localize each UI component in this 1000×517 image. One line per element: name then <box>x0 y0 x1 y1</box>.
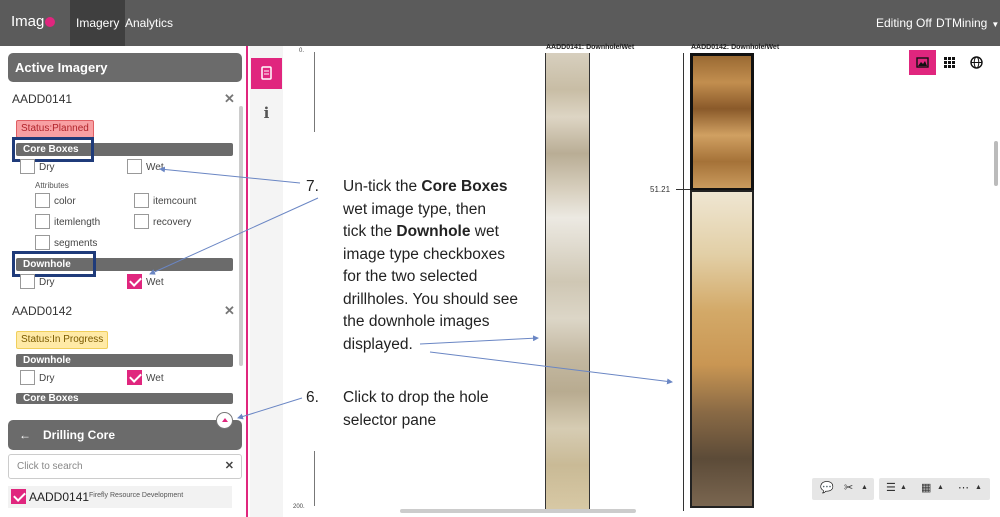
arrow-to-downhole-wet <box>149 197 319 275</box>
comment-tools-group: 💬 ✂ ▲ <box>812 478 874 500</box>
align-icon[interactable]: ☰ <box>886 481 896 494</box>
chevron-up-icon[interactable]: ▲ <box>937 484 944 491</box>
film-icon[interactable]: ▦ <box>921 481 931 494</box>
viewer-horizontal-scrollbar[interactable] <box>400 509 636 513</box>
chevron-up-icon[interactable]: ▲ <box>861 484 868 491</box>
layout-tools-group: ☰ ▲ ▦ ▲ ⋯ ▲ <box>879 478 990 500</box>
viewer-vertical-scrollbar[interactable] <box>994 141 998 186</box>
arrow-to-core-boxes-wet <box>159 166 301 184</box>
annotation-arrows <box>149 166 673 420</box>
arrow-to-core-image-2 <box>429 351 673 385</box>
tools-icon[interactable]: ✂ <box>844 481 853 494</box>
more-icon[interactable]: ⋯ <box>958 481 969 494</box>
chevron-up-icon[interactable]: ▲ <box>975 484 982 491</box>
arrow-to-core-image-1 <box>419 335 539 345</box>
comment-icon[interactable]: 💬 <box>820 481 834 494</box>
chevron-up-icon[interactable]: ▲ <box>900 484 907 491</box>
arrow-to-hole-selector-toggle <box>237 397 303 420</box>
